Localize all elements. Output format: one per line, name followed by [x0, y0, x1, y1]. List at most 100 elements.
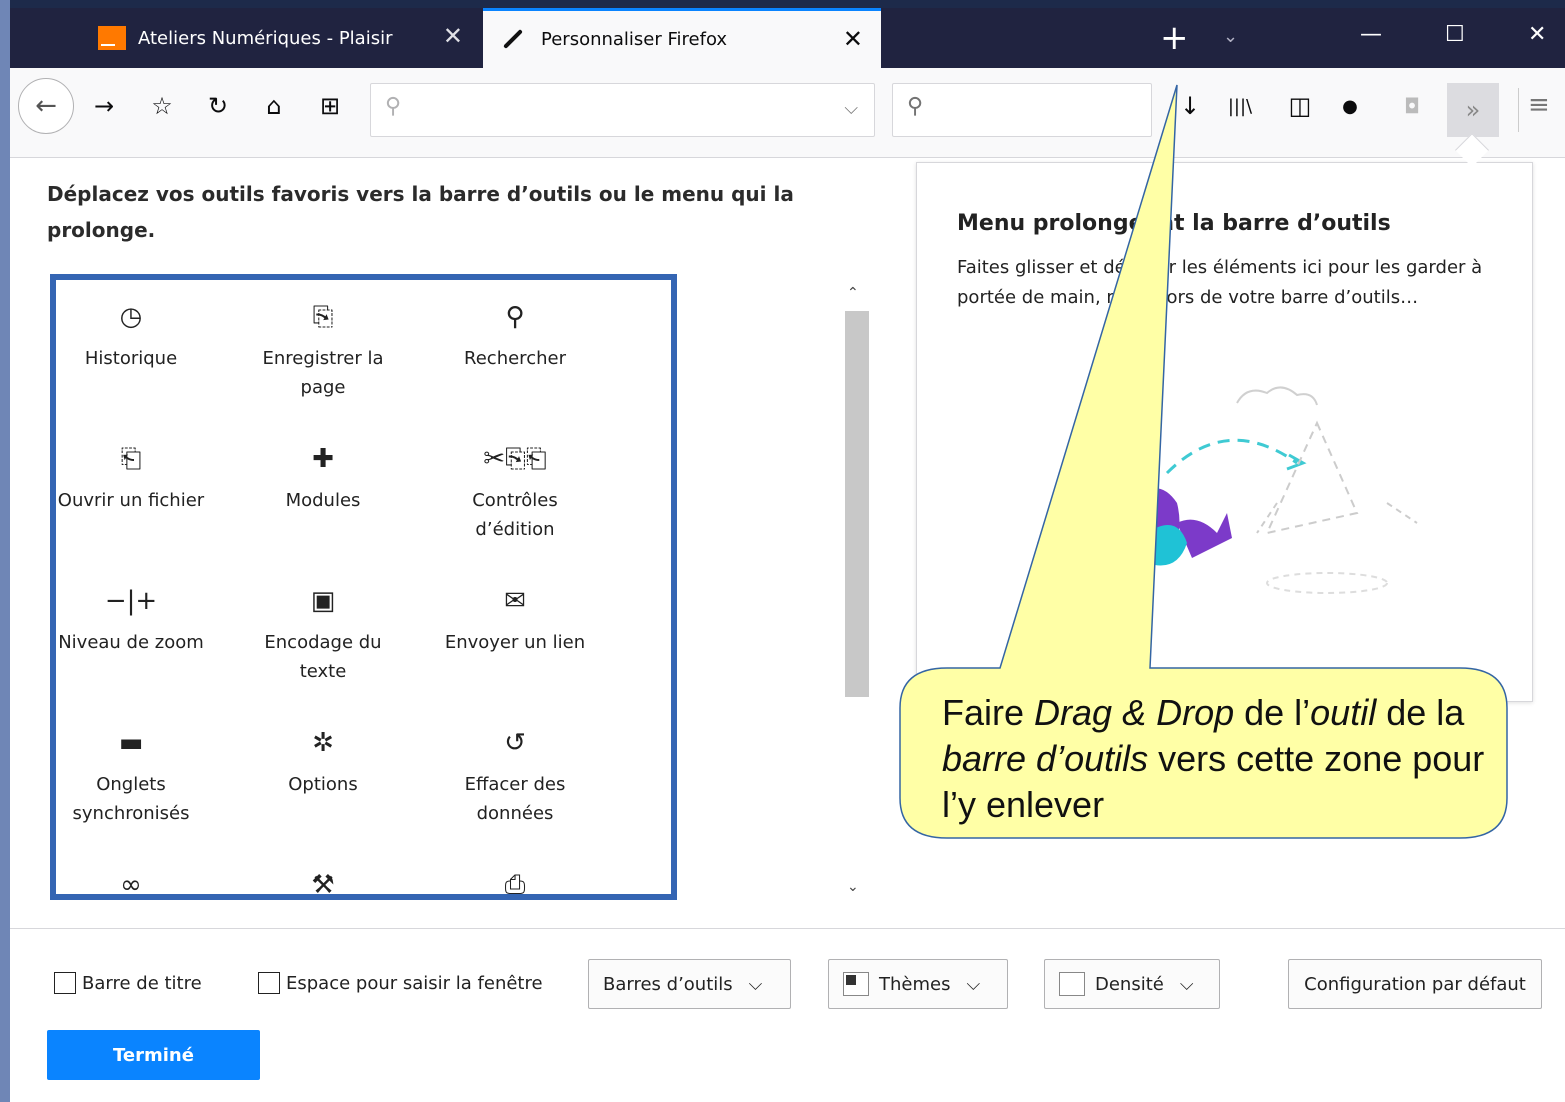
search-bar[interactable]: ⚲ [892, 83, 1152, 137]
palette-item-encodage[interactable]: ▣ Encodage du texte [248, 578, 398, 686]
callout-text-italic: barre d’outils [942, 738, 1149, 779]
downloads-button[interactable]: ↓ [1170, 86, 1210, 126]
overflow-panel[interactable]: Menu prolongeant la barre d’outils Faite… [916, 162, 1533, 702]
overflow-menu-button[interactable]: » [1447, 83, 1499, 137]
sidebar-button[interactable]: ◫ [1280, 86, 1320, 126]
density-dropdown[interactable]: Densité ⌵ [1044, 959, 1220, 1009]
synced-tabs-icon: ▬ [118, 727, 144, 758]
toolbar-separator [1518, 88, 1519, 132]
maximize-button[interactable]: ☐ [1445, 22, 1465, 47]
new-window-button[interactable]: ⊞ [310, 86, 350, 126]
email-link-icon: ✉ [504, 585, 526, 616]
palette-item-developer[interactable]: ⚒ [248, 862, 398, 900]
customization-palette: ◷ Historique ⎘ Enregistrer la page ⚲ Rec… [50, 274, 677, 900]
navigation-toolbar: ← → ☆ ↻ ⌂ ⊞ ⚲ ⌵ ⚲ ↓ |||\ ◫ ● ◘ » ≡ [10, 68, 1565, 158]
scroll-up-icon[interactable]: ⌃ [847, 285, 859, 301]
callout-text-part: de la [1376, 692, 1465, 733]
palette-item-print[interactable]: ⎙ [440, 862, 590, 894]
palette-item-envoyer-lien[interactable]: ✉ Envoyer un lien [440, 578, 590, 657]
overflow-panel-description: Faites glisser et déposer les éléments i… [957, 257, 1483, 308]
new-tab-button[interactable]: + [1160, 18, 1189, 58]
palette-item-private-window[interactable]: ∞ [56, 862, 206, 900]
developer-wrench-icon: ⚒ [311, 869, 335, 900]
tab-personnaliser-firefox[interactable]: Personnaliser Firefox ✕ [483, 8, 881, 68]
drag-drop-illustration [1037, 386, 1418, 594]
done-button[interactable]: Terminé [47, 1030, 260, 1080]
palette-item-zoom[interactable]: −|+ Niveau de zoom [56, 578, 206, 657]
private-mask-icon: ∞ [120, 869, 142, 900]
customize-instruction: Déplacez vos outils favoris vers la barr… [47, 182, 794, 242]
search-icon: ⚲ [505, 301, 525, 332]
palette-item-controles-edition[interactable]: ✂⎘⎗ Contrôles d’édition [440, 436, 590, 544]
callout-text: Faire Drag & Drop de l’outil de la barre… [942, 690, 1502, 828]
tab-title: Ateliers Numériques - Plaisir [138, 27, 393, 49]
firefox-window: Ateliers Numériques - Plaisir ✕ Personna… [10, 8, 1565, 1102]
chevron-down-icon: ⌵ [748, 973, 763, 995]
search-icon: ⚲ [907, 94, 924, 119]
checkbox-box[interactable] [258, 972, 280, 994]
url-bar[interactable]: ⚲ ⌵ [370, 83, 875, 137]
palette-item-effacer-donnees[interactable]: ↺ Effacer des données [440, 720, 590, 828]
palette-item-label: Rechercher [464, 348, 566, 369]
palette-item-label: Onglets synchronisés [72, 774, 190, 824]
scrollbar-thumb[interactable] [845, 311, 869, 697]
screen-top-edge [0, 0, 1565, 8]
history-icon: ◷ [119, 301, 143, 332]
bookmark-star-icon[interactable]: ☆ [142, 86, 182, 126]
minimize-button[interactable]: — [1360, 22, 1382, 47]
close-window-button[interactable]: ✕ [1528, 22, 1546, 47]
themes-dropdown[interactable]: Thèmes ⌵ [828, 959, 1008, 1009]
home-button[interactable]: ⌂ [254, 86, 294, 126]
palette-item-label: Modules [285, 490, 361, 511]
callout-text-italic: outil [1310, 692, 1377, 733]
tab-strip: Ateliers Numériques - Plaisir ✕ Personna… [10, 8, 1565, 68]
palette-item-label: Envoyer un lien [444, 632, 586, 653]
tab-close-icon[interactable]: ✕ [843, 25, 863, 53]
hamburger-menu-icon[interactable]: ≡ [1528, 90, 1550, 120]
palette-item-rechercher[interactable]: ⚲ Rechercher [440, 294, 590, 373]
scroll-down-icon[interactable]: ⌄ [847, 879, 859, 895]
pocket-icon[interactable]: ◘ [1392, 86, 1432, 126]
palette-item-onglets-synchronises[interactable]: ▬ Onglets synchronisés [56, 720, 206, 828]
list-all-tabs-chevron-icon[interactable]: ⌄ [1223, 26, 1238, 47]
reload-button[interactable]: ↻ [198, 86, 238, 126]
drag-space-checkbox[interactable]: Espace pour saisir la fenêtre [258, 972, 543, 994]
footer-separator [10, 928, 1565, 929]
dropdown-label: Densité [1095, 973, 1164, 995]
chevron-down-icon[interactable]: ⌵ [844, 98, 858, 119]
chevron-down-icon: ⌵ [966, 973, 981, 995]
text-encoding-icon: ▣ [310, 585, 336, 616]
palette-item-label: Effacer des données [464, 774, 566, 824]
zoom-controls-icon: −|+ [104, 585, 158, 616]
palette-item-modules[interactable]: ✚ Modules [248, 436, 398, 515]
palette-scrollbar[interactable]: ⌃ ⌄ [843, 281, 871, 899]
extension-icon[interactable]: ● [1330, 86, 1370, 126]
palette-item-ouvrir-fichier[interactable]: ⎗ Ouvrir un fichier [56, 436, 206, 515]
tab-ateliers-numeriques[interactable]: Ateliers Numériques - Plaisir ✕ [83, 8, 483, 68]
toolbars-dropdown[interactable]: Barres d’outils ⌵ [588, 959, 791, 1009]
palette-item-options[interactable]: ✲ Options [248, 720, 398, 799]
paintbrush-icon [499, 27, 525, 53]
back-button[interactable]: ← [18, 78, 74, 134]
search-icon: ⚲ [385, 94, 402, 119]
theme-swatch-icon [843, 972, 869, 996]
screen-left-edge [0, 0, 10, 1102]
title-bar-checkbox[interactable]: Barre de titre [54, 972, 202, 994]
dropdown-label: Barres d’outils [603, 973, 733, 995]
palette-item-label: Options [288, 774, 358, 795]
palette-item-label: Historique [84, 348, 178, 369]
tab-close-icon[interactable]: ✕ [443, 22, 463, 50]
open-file-icon: ⎗ [120, 443, 142, 474]
palette-item-enregistrer[interactable]: ⎘ Enregistrer la page [248, 294, 398, 402]
density-icon [1059, 972, 1085, 996]
palette-item-label: Encodage du texte [264, 632, 382, 682]
checkbox-box[interactable] [54, 972, 76, 994]
palette-item-label: Niveau de zoom [58, 632, 204, 653]
callout-text-italic: Drag & Drop [1034, 692, 1235, 733]
library-button[interactable]: |||\ [1220, 86, 1260, 126]
forward-button[interactable]: → [84, 86, 124, 126]
palette-item-historique[interactable]: ◷ Historique [56, 294, 206, 373]
restore-defaults-button[interactable]: Configuration par défaut [1288, 959, 1542, 1009]
checkbox-label: Barre de titre [82, 972, 202, 994]
options-gear-icon: ✲ [312, 727, 334, 758]
